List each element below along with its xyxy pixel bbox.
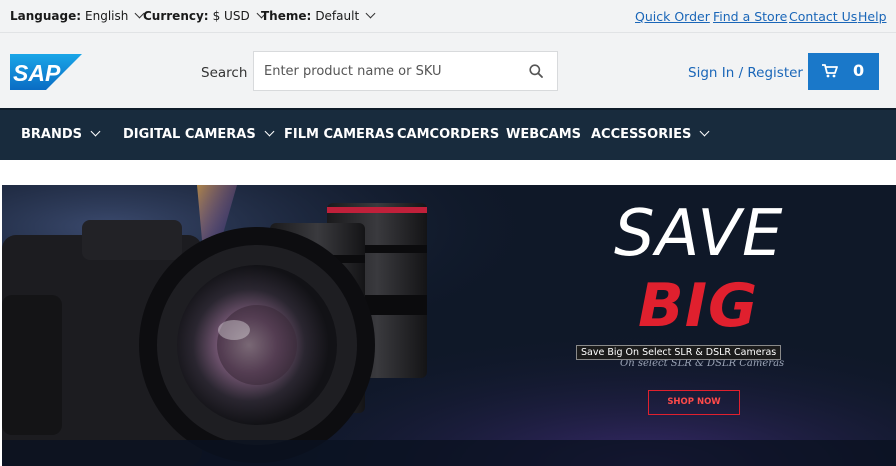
main-nav: BRANDS DIGITAL CAMERAS FILM CAMERAS CAMC… [0,108,896,160]
language-value: English [85,9,129,23]
nav-item-webcams[interactable]: WEBCAMS [506,127,581,142]
theme-value: Default [315,9,360,23]
nav-item-label: ACCESSORIES [591,127,692,142]
quick-order-link[interactable]: Quick Order [635,9,710,24]
search-label: Search [201,65,248,81]
shop-now-button[interactable]: SHOP NOW [648,390,740,415]
sign-in-register-link[interactable]: Sign In / Register [688,65,803,81]
cart-count: 0 [853,61,865,80]
chevron-down-icon [699,126,710,137]
help-link[interactable]: Help [858,9,887,24]
search-icon[interactable] [529,64,543,78]
currency-label: Currency: [143,9,209,23]
nav-item-label: FILM CAMERAS [284,127,395,142]
language-label: Language: [10,9,82,23]
hero-headline-big: BIG [638,271,759,341]
sap-logo[interactable]: SAP [10,54,82,90]
theme-label: Theme: [261,9,312,23]
currency-value: $ USD [212,9,250,23]
nav-item-accessories[interactable]: ACCESSORIES [591,126,710,142]
hero-headline-save: SAVE [614,197,784,271]
nav-item-camcorders[interactable]: CAMCORDERS [397,127,499,142]
chevron-down-icon [365,8,376,19]
hero-banner[interactable]: SAVE BIG On select SLR & DSLR Cameras Sa… [2,185,896,466]
language-selector[interactable]: Language: English [10,8,145,23]
cart-icon [822,64,838,78]
chevron-down-icon [90,126,101,137]
site-header: SAP Search Sign In / Register 0 [0,33,896,108]
contact-us-link[interactable]: Contact Us [789,9,857,24]
search-box [253,51,558,91]
nav-item-brands[interactable]: BRANDS [21,126,101,142]
nav-item-film-cameras[interactable]: FILM CAMERAS [284,127,394,142]
nav-item-label: BRANDS [21,127,83,142]
theme-selector[interactable]: Theme: Default [261,8,376,23]
nav-item-label: DIGITAL CAMERAS [123,127,256,142]
nav-item-label: CAMCORDERS [397,127,500,142]
logo-text: SAP [13,60,61,86]
nav-item-digital-cameras[interactable]: DIGITAL CAMERAS [123,126,275,142]
cart-button[interactable]: 0 [808,53,879,90]
utility-bar: Language: English Currency: $ USD Theme: De… [0,0,896,33]
chevron-down-icon [264,126,275,137]
hero-tooltip: Save Big On Select SLR & DSLR Cameras [576,345,782,360]
search-input[interactable] [254,52,514,90]
currency-selector[interactable]: Currency: $ USD [143,8,267,23]
find-a-store-link[interactable]: Find a Store [713,9,787,24]
nav-item-label: WEBCAMS [506,127,582,142]
